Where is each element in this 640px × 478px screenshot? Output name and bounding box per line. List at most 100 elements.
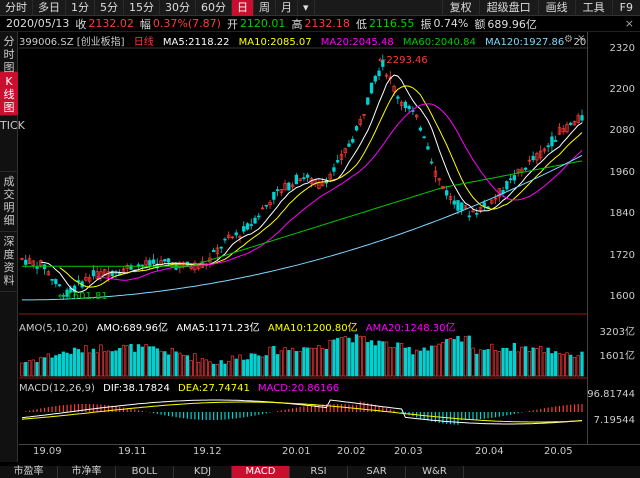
candle	[482, 202, 486, 207]
tab-wr[interactable]: W&R	[406, 466, 464, 478]
macd-bar	[209, 412, 211, 420]
candle	[234, 232, 238, 236]
tab-pe[interactable]: 市盈率	[0, 466, 58, 478]
candle	[505, 181, 509, 190]
macd-bar	[194, 412, 196, 420]
candle	[166, 258, 171, 263]
volume-bar	[27, 360, 32, 377]
volume-bar	[159, 350, 163, 377]
volume-bar	[227, 360, 231, 377]
candle	[377, 70, 381, 77]
min-price-annotation: ←1601.81	[58, 291, 108, 302]
volume-bar	[283, 347, 287, 377]
macd-bar	[201, 412, 204, 420]
volume-bar	[31, 359, 35, 377]
volume-bar	[245, 359, 250, 377]
macd-bar	[292, 408, 294, 412]
tab-boll[interactable]: BOLL	[116, 466, 174, 478]
volume-bar	[50, 357, 54, 377]
macd-bar	[171, 412, 173, 417]
volume-bar	[414, 349, 419, 377]
candle	[422, 136, 426, 139]
candle	[275, 189, 280, 192]
candle	[373, 75, 377, 82]
volume-bar	[554, 351, 558, 377]
volume-bar	[76, 349, 81, 377]
candle	[302, 177, 306, 180]
macd-bar	[276, 411, 279, 412]
macd-bar	[555, 406, 557, 412]
macd-bar	[43, 407, 46, 412]
volume-bar	[561, 354, 565, 377]
volume-bar	[181, 355, 186, 377]
kline-chart[interactable]	[0, 0, 640, 478]
volume-bar	[121, 344, 126, 377]
tab-sar[interactable]: SAR	[348, 466, 406, 478]
macd-bar	[51, 406, 53, 412]
candle	[305, 174, 310, 178]
macd-bar	[536, 409, 538, 412]
macd-bar	[329, 404, 331, 412]
macd-bar	[228, 412, 230, 420]
date-tick: 19.11	[118, 446, 147, 457]
volume-bar	[287, 350, 291, 377]
volume-bar	[478, 349, 483, 377]
macd-bar	[25, 411, 27, 412]
macd-bar	[344, 404, 346, 412]
macd-bar	[476, 412, 478, 420]
macd-bar	[318, 404, 320, 412]
volume-bar	[565, 352, 569, 377]
macd-bar	[540, 408, 542, 412]
volume-bar	[294, 351, 299, 377]
volume-bar	[448, 337, 453, 377]
volume-bar	[535, 348, 539, 377]
macd-bar	[92, 404, 95, 412]
volume-bar	[501, 347, 505, 377]
macd-bar	[517, 412, 519, 414]
macd-bar	[231, 412, 234, 419]
volume-bar	[238, 354, 242, 377]
volume-bar	[234, 358, 238, 377]
volume-bar	[520, 346, 524, 377]
volume-bar	[298, 351, 302, 377]
macd-bar	[299, 407, 301, 412]
tab-macd[interactable]: MACD	[232, 466, 290, 478]
volume-bar	[351, 342, 355, 377]
volume-bar	[125, 345, 129, 377]
volume-bar	[426, 350, 430, 377]
volume-bar	[136, 344, 141, 377]
macd-bar	[573, 404, 576, 412]
macd-bar	[288, 408, 290, 412]
candle	[219, 246, 223, 249]
macd-bar	[570, 404, 572, 412]
tab-kdj[interactable]: KDJ	[174, 466, 232, 478]
macd-bar	[303, 406, 305, 412]
macd-bar	[577, 404, 579, 412]
volume-bar	[523, 346, 528, 377]
volume-bar	[527, 351, 532, 377]
volume-bar	[452, 339, 456, 377]
volume-bar	[377, 340, 381, 377]
volume-bar	[572, 356, 577, 377]
macd-bar	[190, 412, 192, 420]
tab-pb[interactable]: 市净率	[58, 466, 116, 478]
volume-bar	[170, 348, 174, 377]
min-price-label: 1601.81	[66, 291, 108, 302]
candle	[163, 259, 167, 262]
macd-bar	[487, 412, 489, 419]
macd-bar	[562, 405, 564, 412]
volume-bar	[219, 360, 223, 377]
volume-bar	[279, 350, 283, 377]
amo-title: AMO(5,10,20)	[19, 323, 89, 332]
candle	[369, 82, 374, 94]
tab-rsi[interactable]: RSI	[290, 466, 348, 478]
macd-bar	[186, 412, 188, 419]
volume-bar	[249, 353, 253, 377]
ma10-line	[59, 85, 583, 288]
volume-bar	[486, 349, 490, 377]
macd-bar	[483, 412, 485, 419]
indicator-tab-bar: 市盈率 市净率 BOLL KDJ MACD RSI SAR W&R	[0, 466, 640, 478]
macd-bar	[295, 407, 297, 412]
volume-bar	[99, 344, 103, 377]
macd-bar	[134, 409, 136, 412]
